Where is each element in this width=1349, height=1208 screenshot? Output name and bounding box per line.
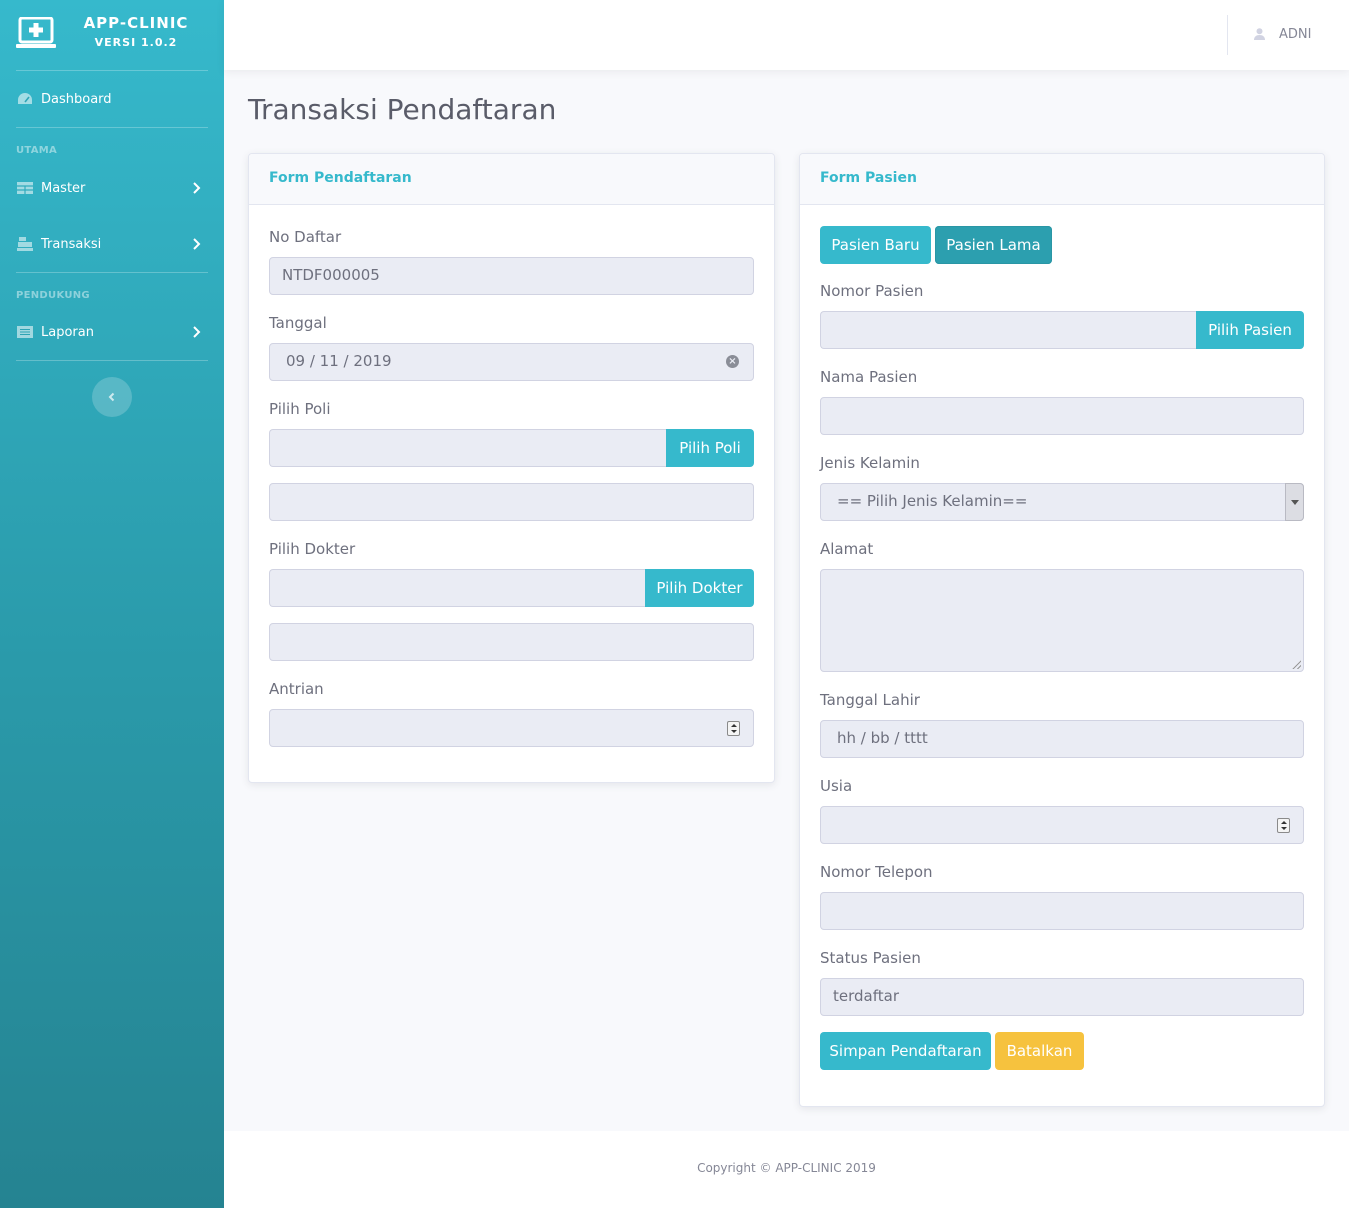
alamat-label: Alamat [820,540,874,558]
sidebar-item-label: Laporan [41,324,94,340]
number-spinner[interactable] [727,721,740,736]
tanggal-label: Tanggal [269,314,327,332]
brand-title: APP-CLINIC [83,14,189,32]
pilih-poli-button[interactable]: Pilih Poli [666,429,754,467]
simpan-pendaftaran-button[interactable]: Simpan Pendaftaran [820,1032,991,1070]
brand-version: VERSI 1.0.2 [94,36,178,49]
tachometer-icon [18,93,32,104]
dokter-name-field[interactable] [269,623,754,661]
usia-label: Usia [820,777,853,795]
chevron-right-icon [193,238,201,250]
nomor-pasien-label: Nomor Pasien [820,282,924,300]
form-pendaftaran-card: Form Pendaftaran No Daftar NTDF000005 Ta… [248,153,775,783]
user-dropdown[interactable]: ADNI [1254,24,1311,44]
pasien-baru-button[interactable]: Pasien Baru [820,226,931,264]
chevron-right-icon [193,326,201,338]
pasien-lama-button[interactable]: Pasien Lama [935,226,1052,264]
poli-id-field[interactable] [269,429,667,467]
clinic-laptop-icon [16,17,56,48]
chevron-left-icon [108,392,115,402]
footer: Copyright © APP-CLINIC 2019 [224,1131,1349,1208]
pilih-dokter-button[interactable]: Pilih Dokter [645,569,754,607]
jenis-kelamin-select[interactable]: == Pilih Jenis Kelamin== [820,483,1304,521]
sidebar-item-dashboard[interactable]: Dashboard [0,79,224,119]
sidebar-toggle-button[interactable] [92,377,132,417]
clear-icon[interactable]: × [726,355,739,368]
status-pasien-field[interactable]: terdaftar [820,978,1304,1016]
sidebar-divider [16,360,208,361]
sidebar-item-label: Dashboard [41,91,112,107]
card-header: Form Pendaftaran [249,154,774,205]
sidebar-item-label: Transaksi [41,236,102,252]
chevron-down-icon[interactable] [1285,483,1304,521]
tanggal-field[interactable]: 09 / 11 / 2019 × [269,343,754,381]
sidebar-item-master[interactable]: Master [0,168,224,208]
antrian-field[interactable] [269,709,754,747]
sidebar-brand[interactable]: APP-CLINIC VERSI 1.0.2 [0,0,224,70]
resize-handle-icon[interactable] [1292,660,1301,669]
sidebar-divider [16,70,208,71]
user-icon [1254,28,1265,40]
status-pasien-label: Status Pasien [820,949,921,967]
dokter-label: Pilih Dokter [269,540,356,558]
sidebar-heading-utama: UTAMA [16,145,58,156]
tanggal-lahir-field[interactable]: hh / bb / tttt [820,720,1304,758]
sidebar: APP-CLINIC VERSI 1.0.2 Dashboard UTAMA M… [0,0,224,1208]
pilih-pasien-button[interactable]: Pilih Pasien [1196,311,1304,349]
tanggal-value: 09 / 11 / 2019 [286,352,392,370]
batalkan-button[interactable]: Batalkan [995,1032,1084,1070]
copyright-text: Copyright © APP-CLINIC 2019 [697,1161,876,1175]
topbar-divider [1227,15,1228,55]
topbar: ADNI [224,0,1349,70]
jenis-kelamin-label: Jenis Kelamin [820,454,920,472]
sidebar-item-label: Master [41,180,86,196]
no-daftar-field[interactable]: NTDF000005 [269,257,754,295]
poli-label: Pilih Poli [269,400,331,418]
jenis-kelamin-selected: == Pilih Jenis Kelamin== [837,492,1028,510]
cash-register-icon [17,237,33,251]
nomor-telepon-field[interactable] [820,892,1304,930]
sidebar-divider [16,127,208,128]
no-daftar-label: No Daftar [269,228,342,246]
antrian-label: Antrian [269,680,324,698]
chevron-right-icon [193,182,201,194]
sidebar-heading-pendukung: PENDUKUNG [16,290,90,301]
user-name: ADNI [1279,26,1312,42]
dokter-id-field[interactable] [269,569,646,607]
page-title: Transaksi Pendaftaran [248,93,557,126]
poli-name-field[interactable] [269,483,754,521]
sidebar-item-laporan[interactable]: Laporan [0,312,224,352]
tanggal-lahir-label: Tanggal Lahir [820,691,920,709]
nomor-telepon-label: Nomor Telepon [820,863,933,881]
card-header: Form Pasien [800,154,1324,205]
nomor-pasien-field[interactable] [820,311,1197,349]
usia-field[interactable] [820,806,1304,844]
sidebar-item-transaksi[interactable]: Transaksi [0,224,224,264]
table-icon [17,182,33,194]
sidebar-divider [16,272,208,273]
nama-pasien-field[interactable] [820,397,1304,435]
alamat-textarea[interactable] [820,569,1304,672]
number-spinner[interactable] [1277,818,1290,833]
nama-pasien-label: Nama Pasien [820,368,918,386]
form-pasien-card: Form Pasien Pasien Baru Pasien Lama Nomo… [799,153,1325,1107]
list-icon [17,326,33,338]
